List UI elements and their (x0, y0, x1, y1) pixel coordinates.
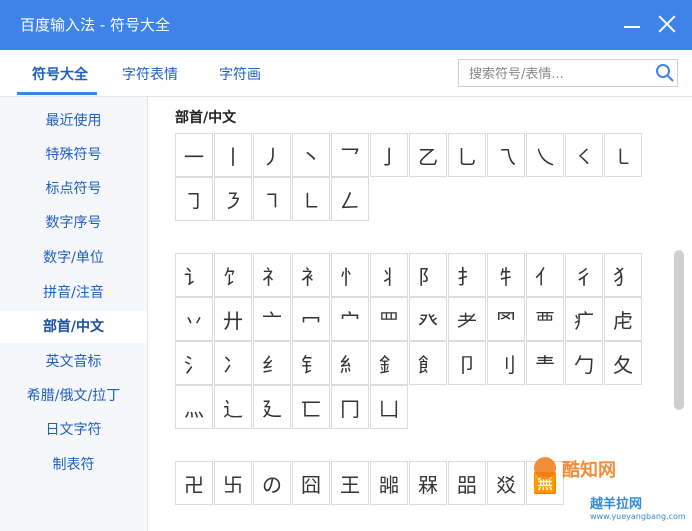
symbol-cell[interactable]: 癶 (409, 297, 447, 341)
symbol-cell[interactable]: 卐 (214, 461, 252, 505)
sidebar-item[interactable]: 日文字符 (0, 414, 147, 446)
symbol-cell[interactable]: 廴 (253, 385, 291, 429)
watermark-bottom-name: 越羊拉网 (590, 497, 643, 512)
symbol-cell[interactable]: 𠃋 (331, 177, 369, 221)
watermark-top: 酷知网 (562, 460, 616, 481)
symbol-cell[interactable]: 乛 (331, 133, 369, 177)
symbol-cell[interactable]: 犭 (604, 253, 642, 297)
symbol-cell[interactable]: 卍 (175, 461, 213, 505)
watermark-logo (534, 457, 556, 479)
symbol-cell[interactable]: 罒 (370, 297, 408, 341)
symbol-cell[interactable]: 勹 (565, 341, 603, 385)
symbol-cell[interactable]: の (253, 461, 291, 505)
symbol-cell[interactable]: 纟 (253, 341, 291, 385)
symbol-cell[interactable]: 王 (331, 461, 369, 505)
symbol-cell[interactable]: 丿 (253, 133, 291, 177)
symbol-cell[interactable]: 凵 (370, 385, 408, 429)
symbol-cell[interactable]: 飠 (409, 341, 447, 385)
symbol-cell[interactable]: 夂 (604, 341, 642, 385)
symbol-cell[interactable]: 虍 (604, 297, 642, 341)
symbol-cell[interactable]: 乙 (409, 133, 447, 177)
symbol-cell[interactable]: 糹 (331, 341, 369, 385)
window-title: 百度输入法 - 符号大全 (20, 16, 170, 34)
symbol-cell[interactable]: 宀 (331, 297, 369, 341)
symbol-cell[interactable]: ㇗ (292, 177, 330, 221)
symbol-cell[interactable]: 衤 (292, 253, 330, 297)
title-bar: 百度输入法 - 符号大全 (0, 0, 692, 50)
symbol-cell[interactable]: 罓 (487, 297, 525, 341)
symbol-cell[interactable]: 讠 (175, 253, 213, 297)
search-box (458, 59, 678, 87)
symbol-cell[interactable]: 亠 (253, 297, 291, 341)
symbol-cell[interactable]: 乀 (526, 133, 564, 177)
symbol-cell[interactable]: 忄 (331, 253, 369, 297)
symbol-cell[interactable]: 匸 (292, 385, 330, 429)
symbol-cell[interactable]: 疒 (565, 297, 603, 341)
symbol-cell[interactable]: 乚 (448, 133, 486, 177)
tab-emoticons[interactable]: 字符表情 (122, 64, 178, 84)
symbol-cell[interactable]: 乁 (487, 133, 525, 177)
scrollbar[interactable] (674, 250, 684, 410)
symbol-cell[interactable]: 氵 (175, 341, 213, 385)
symbol-cell[interactable]: 亅 (370, 133, 408, 177)
search-input[interactable] (467, 63, 651, 85)
symbol-cell[interactable]: 釒 (370, 341, 408, 385)
symbol-cell[interactable]: 覀 (526, 297, 564, 341)
symbol-cell[interactable]: 一 (175, 133, 213, 177)
symbol-cell[interactable]: 冖 (292, 297, 330, 341)
symbol-cell[interactable]: 丷 (175, 297, 213, 341)
category-sidebar: 最近使用 特殊符号 标点符号 数字序号 数字/单位 拼音/注音 部首/中文 英文音标 希腊/俄文… (0, 97, 148, 531)
symbol-cell[interactable]: 亻 (526, 253, 564, 297)
symbol-cell[interactable]: 丨 (214, 133, 252, 177)
sidebar-item[interactable]: 部首/中文 (0, 311, 147, 343)
minimize-button[interactable] (618, 10, 646, 38)
search-icon[interactable] (655, 63, 675, 83)
symbol-cell[interactable]: ㇛ (565, 133, 603, 177)
symbol-cell[interactable]: 嘂 (370, 461, 408, 505)
symbol-cell[interactable]: 礻 (253, 253, 291, 297)
tab-symbols[interactable]: 符号大全 (32, 64, 88, 84)
sidebar-item[interactable]: 制表符 (0, 449, 147, 481)
symbol-cell[interactable]: 丶 (292, 133, 330, 177)
close-button[interactable] (654, 10, 682, 38)
symbol-cell[interactable]: 阝 (409, 253, 447, 297)
symbol-cell[interactable]: 卩 (448, 341, 486, 385)
symbol-cell[interactable]: ㇄ (604, 133, 642, 177)
symbol-cell[interactable]: ㇋ (214, 177, 252, 221)
symbol-cell[interactable]: 钅 (292, 341, 330, 385)
sidebar-item[interactable]: 希腊/俄文/拉丁 (0, 380, 147, 412)
sidebar-item[interactable]: 数字序号 (0, 207, 147, 239)
sidebar-item[interactable]: 特殊符号 (0, 139, 147, 171)
symbol-cell[interactable]: 冫 (214, 341, 252, 385)
symbol-cell[interactable]: 耂 (448, 297, 486, 341)
symbol-cell[interactable]: 彳 (565, 253, 603, 297)
symbol-cell[interactable]: 牜 (487, 253, 525, 297)
symbol-cell[interactable]: 扌 (448, 253, 486, 297)
sidebar-item[interactable]: 拼音/注音 (0, 277, 147, 309)
symbol-cell[interactable]: 廾 (214, 297, 252, 341)
sidebar-item[interactable]: 英文音标 (0, 346, 147, 378)
symbol-cell[interactable]: 龶 (526, 341, 564, 385)
symbol-cell[interactable]: 灬 (175, 385, 213, 429)
sidebar-item[interactable]: 数字/单位 (0, 242, 147, 274)
symbol-cell[interactable]: ㇆ (175, 177, 213, 221)
symbol-cell[interactable]: ㇕ (253, 177, 291, 221)
symbol-cell[interactable]: 饣 (214, 253, 252, 297)
sidebar-item[interactable]: 最近使用 (0, 105, 147, 137)
active-tab-indicator (17, 92, 97, 95)
symbol-cell[interactable]: 刂 (487, 341, 525, 385)
symbol-cell[interactable]: 丬 (370, 253, 408, 297)
symbol-cell[interactable]: 冂 (331, 385, 369, 429)
symbol-cell[interactable]: 㸚 (487, 461, 525, 505)
section-title: 部首/中文 (175, 110, 237, 126)
watermark-bottom-url: www.yueyangbang.com (590, 512, 686, 521)
symbol-cell[interactable]: 㗊 (448, 461, 486, 505)
symbol-cell[interactable]: 槑 (409, 461, 447, 505)
symbol-cell[interactable]: 囧 (292, 461, 330, 505)
sidebar-item[interactable]: 标点符号 (0, 173, 147, 205)
tab-ascii-art[interactable]: 字符画 (219, 64, 261, 84)
symbol-cell[interactable]: 辶 (214, 385, 252, 429)
